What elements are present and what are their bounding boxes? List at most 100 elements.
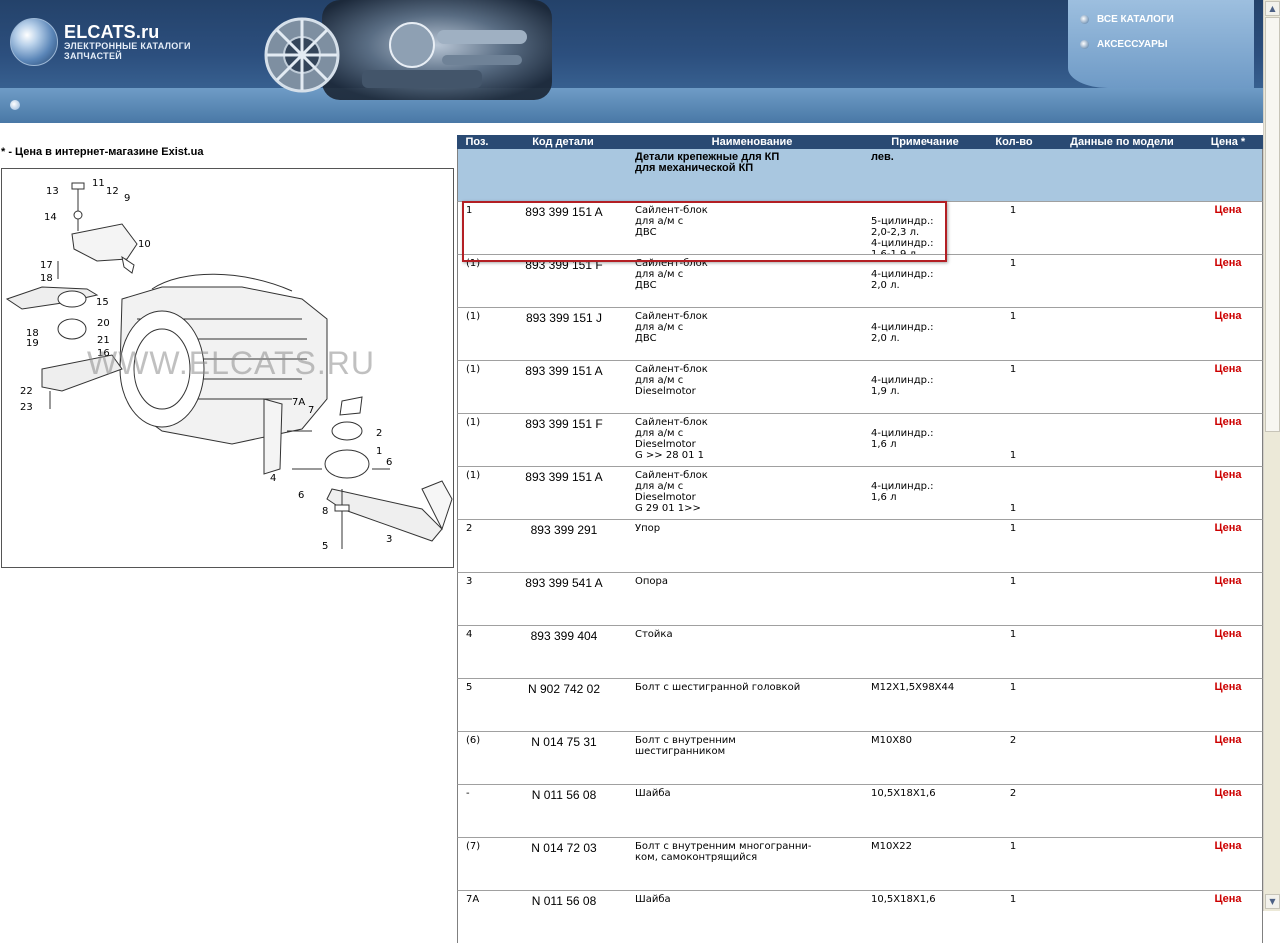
row-part-name: Сайлент-блок для а/м с Dieselmotor G 29 … (635, 470, 708, 514)
row-part-code[interactable]: 893 399 151 A (510, 470, 618, 484)
row-part-code[interactable]: 893 399 404 (510, 629, 618, 643)
vertical-scrollbar[interactable]: ▲ ▼ (1263, 0, 1280, 911)
row-pos: - (466, 788, 470, 799)
row-part-name: Опора (635, 576, 669, 587)
row-price-link[interactable]: Цена (1203, 258, 1253, 269)
row-part-code[interactable]: N 011 56 08 (510, 894, 618, 908)
parts-diagram[interactable]: 13 11 12 9 14 10 17 18 15 20 18 19 21 16… (1, 168, 454, 568)
row-pos: (1) (466, 417, 481, 428)
table-row[interactable]: 7A N 011 56 08 Шайба 10,5X18X1,6 1 Цена (457, 890, 1263, 943)
row-qty: 1 (1009, 894, 1017, 905)
row-qty: 1 (1009, 523, 1017, 534)
callout-10: 10 (138, 239, 151, 250)
callout-23: 23 (20, 402, 33, 413)
row-price-link[interactable]: Цена (1203, 311, 1253, 322)
row-qty: 2 (1009, 788, 1017, 799)
row-price-link[interactable]: Цена (1203, 205, 1253, 216)
callout-17: 17 (40, 260, 53, 271)
row-pos: 2 (466, 523, 473, 534)
menu-accessories-label[interactable]: АКСЕССУАРЫ (1097, 39, 1168, 50)
row-pos: 1 (466, 205, 473, 216)
row-note: 4-цилиндр.: 1,6 л (871, 481, 934, 503)
callout-15: 15 (96, 297, 109, 308)
row-part-code[interactable]: 893 399 151 A (510, 205, 618, 219)
row-part-code[interactable]: 893 399 541 A (510, 576, 618, 590)
row-part-code[interactable]: 893 399 291 (510, 523, 618, 537)
row-price-link[interactable]: Цена (1203, 841, 1253, 852)
table-row[interactable]: (1) 893 399 151 A Сайлент-блок для а/м с… (457, 360, 1263, 413)
row-part-code[interactable]: N 902 742 02 (510, 682, 618, 696)
table-body: 1 893 399 151 A Сайлент-блок для а/м с Д… (457, 201, 1263, 943)
row-price-link[interactable]: Цена (1203, 735, 1253, 746)
callout-14: 14 (44, 212, 57, 223)
row-price-link[interactable]: Цена (1203, 417, 1253, 428)
row-qty: 1 (1009, 258, 1017, 269)
table-row[interactable]: 4 893 399 404 Стойка 1 Цена (457, 625, 1263, 678)
row-price-link[interactable]: Цена (1203, 788, 1253, 799)
row-part-code[interactable]: 893 399 151 F (510, 417, 618, 431)
col-code: Код детали (532, 136, 594, 148)
row-price-link[interactable]: Цена (1203, 364, 1253, 375)
row-pos: (1) (466, 258, 481, 269)
row-note: 4-цилиндр.: 1,6 л (871, 428, 934, 450)
callout-2: 2 (376, 428, 382, 439)
scrollbar-thumb[interactable] (1265, 17, 1280, 432)
row-price-link[interactable]: Цена (1203, 470, 1253, 481)
scroll-up-icon[interactable]: ▲ (1265, 1, 1280, 16)
category-name: Детали крепежные для КП для механической… (635, 151, 780, 174)
scroll-down-icon[interactable]: ▼ (1265, 894, 1280, 909)
row-part-code[interactable]: N 014 75 31 (510, 735, 618, 749)
row-price-link[interactable]: Цена (1203, 576, 1253, 587)
row-part-code[interactable]: N 014 72 03 (510, 841, 618, 855)
row-note: 4-цилиндр.: 1,9 л. (871, 375, 934, 397)
row-qty: 1 (1009, 450, 1017, 461)
callout-4: 4 (270, 473, 276, 484)
row-part-name: Сайлент-блок для а/м с Dieselmotor G >> … (635, 417, 708, 461)
row-price-link[interactable]: Цена (1203, 682, 1253, 693)
table-row[interactable]: (6) N 014 75 31 Болт с внутренним шестиг… (457, 731, 1263, 784)
table-row[interactable]: - N 011 56 08 Шайба 10,5X18X1,6 2 Цена (457, 784, 1263, 837)
col-pos: Поз. (465, 136, 489, 148)
callout-6b: 6 (298, 490, 304, 501)
row-part-code[interactable]: N 011 56 08 (510, 788, 618, 802)
table-row[interactable]: 3 893 399 541 A Опора 1 Цена (457, 572, 1263, 625)
row-pos: (1) (466, 364, 481, 375)
menu-accessories[interactable]: АКСЕССУАРЫ (1080, 39, 1168, 50)
row-note: 4-цилиндр.: 2,0 л. (871, 322, 934, 344)
table-row[interactable]: 5 N 902 742 02 Болт с шестигранной голов… (457, 678, 1263, 731)
row-part-name: Болт с внутренним многогранни- ком, само… (635, 841, 812, 863)
callout-11: 11 (92, 178, 105, 189)
table-row[interactable]: (1) 893 399 151 J Сайлент-блок для а/м с… (457, 307, 1263, 360)
row-part-name: Сайлент-блок для а/м с ДВС (635, 258, 708, 291)
callout-19: 19 (26, 338, 39, 349)
row-qty: 1 (1009, 311, 1017, 322)
row-part-name: Сайлент-блок для а/м с Dieselmotor (635, 364, 708, 397)
row-qty: 2 (1009, 735, 1017, 746)
row-qty: 1 (1009, 576, 1017, 587)
table-row[interactable]: (1) 893 399 151 F Сайлент-блок для а/м с… (457, 413, 1263, 466)
site-name[interactable]: ELCATS.ru (64, 22, 159, 43)
callout-8: 8 (322, 506, 328, 517)
row-part-code[interactable]: 893 399 151 F (510, 258, 618, 272)
row-part-code[interactable]: 893 399 151 J (510, 311, 618, 325)
row-part-name: Сайлент-блок для а/м с ДВС (635, 311, 708, 344)
globe-logo-icon[interactable] (10, 18, 58, 66)
row-part-name: Сайлент-блок для а/м с ДВС (635, 205, 708, 238)
home-arrow-icon[interactable] (10, 100, 20, 110)
table-row[interactable]: (1) 893 399 151 F Сайлент-блок для а/м с… (457, 254, 1263, 307)
menu-all-catalogs[interactable]: ВСЕ КАТАЛОГИ (1080, 14, 1174, 25)
menu-all-catalogs-label[interactable]: ВСЕ КАТАЛОГИ (1097, 14, 1174, 25)
table-row[interactable]: (7) N 014 72 03 Болт с внутренним многог… (457, 837, 1263, 890)
row-part-code[interactable]: 893 399 151 A (510, 364, 618, 378)
row-price-link[interactable]: Цена (1203, 523, 1253, 534)
table-row[interactable]: 1 893 399 151 A Сайлент-блок для а/м с Д… (457, 201, 1263, 260)
category-note: лев. (871, 151, 894, 163)
callout-5: 5 (322, 541, 328, 552)
row-pos: (1) (466, 311, 481, 322)
row-price-link[interactable]: Цена (1203, 894, 1253, 905)
table-row[interactable]: (1) 893 399 151 A Сайлент-блок для а/м с… (457, 466, 1263, 519)
row-price-link[interactable]: Цена (1203, 629, 1253, 640)
row-pos: 5 (466, 682, 473, 693)
table-row[interactable]: 2 893 399 291 Упор 1 Цена (457, 519, 1263, 572)
row-note: 4-цилиндр.: 2,0 л. (871, 269, 934, 291)
